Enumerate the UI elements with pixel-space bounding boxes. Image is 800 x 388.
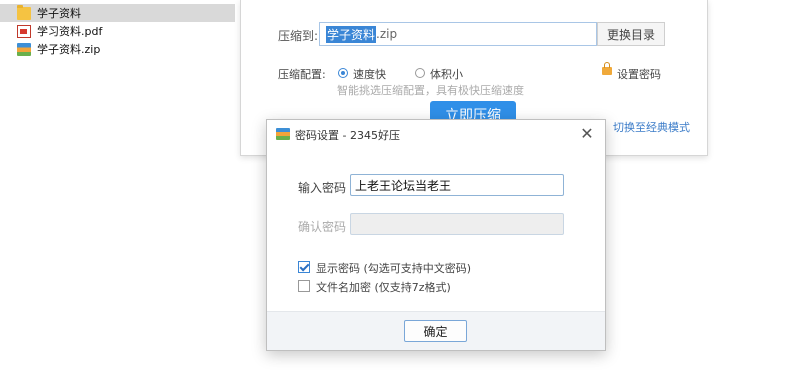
folder-icon (17, 4, 31, 20)
encrypt-filenames-label[interactable]: 文件名加密 (仅支持7z格式) (316, 279, 451, 295)
file-name: 学子资料.zip (37, 43, 101, 56)
radio-fast[interactable] (338, 68, 348, 78)
show-password-checkbox[interactable] (298, 261, 310, 273)
file-name: 学习资料.pdf (37, 25, 103, 38)
target-path-input[interactable]: 学子资料 .zip (319, 22, 597, 46)
lock-icon (602, 62, 612, 75)
dialog-titlebar[interactable]: 密码设置 - 2345好压 ✕ (267, 120, 605, 148)
target-ext: .zip (376, 27, 398, 41)
change-directory-button[interactable]: 更换目录 (597, 22, 665, 46)
zip-archive-icon (17, 42, 31, 56)
target-name-selected: 学子资料 (326, 25, 377, 43)
password-label: 输入密码 (298, 181, 347, 195)
dialog-title: 密码设置 - 2345好压 (295, 129, 400, 142)
dialog-footer: 确定 (267, 311, 605, 350)
set-password-link[interactable]: 设置密码 (617, 66, 661, 82)
confirm-password-input[interactable] (350, 213, 564, 235)
encrypt-filenames-checkbox[interactable] (298, 280, 310, 292)
pdf-file-icon (17, 24, 31, 38)
option-fast-label[interactable]: 速度快 (353, 66, 386, 82)
ok-button[interactable]: 确定 (404, 320, 467, 342)
file-name: 学子资料 (37, 7, 81, 20)
option-small-label[interactable]: 体积小 (430, 66, 463, 82)
app-logo-icon (276, 128, 290, 140)
password-dialog: 密码设置 - 2345好压 ✕ 输入密码 确认密码 显示密码 (勾选可支持中文密… (266, 119, 606, 351)
password-input[interactable] (350, 174, 564, 196)
file-item-pdf[interactable]: 学习资料.pdf (0, 22, 235, 40)
file-item-zip[interactable]: 学子资料.zip (0, 40, 235, 58)
config-label: 压缩配置: (278, 68, 326, 81)
config-hint: 智能挑选压缩配置，具有极快压缩速度 (337, 84, 524, 97)
show-password-label[interactable]: 显示密码 (勾选可支持中文密码) (316, 260, 471, 276)
classic-mode-link[interactable]: 切换至经典模式 (613, 119, 690, 135)
close-icon[interactable]: ✕ (577, 123, 597, 143)
file-item-folder[interactable]: 学子资料 (0, 4, 235, 22)
target-label: 压缩到: (278, 29, 319, 43)
radio-small[interactable] (415, 68, 425, 78)
confirm-password-label: 确认密码 (298, 220, 347, 234)
